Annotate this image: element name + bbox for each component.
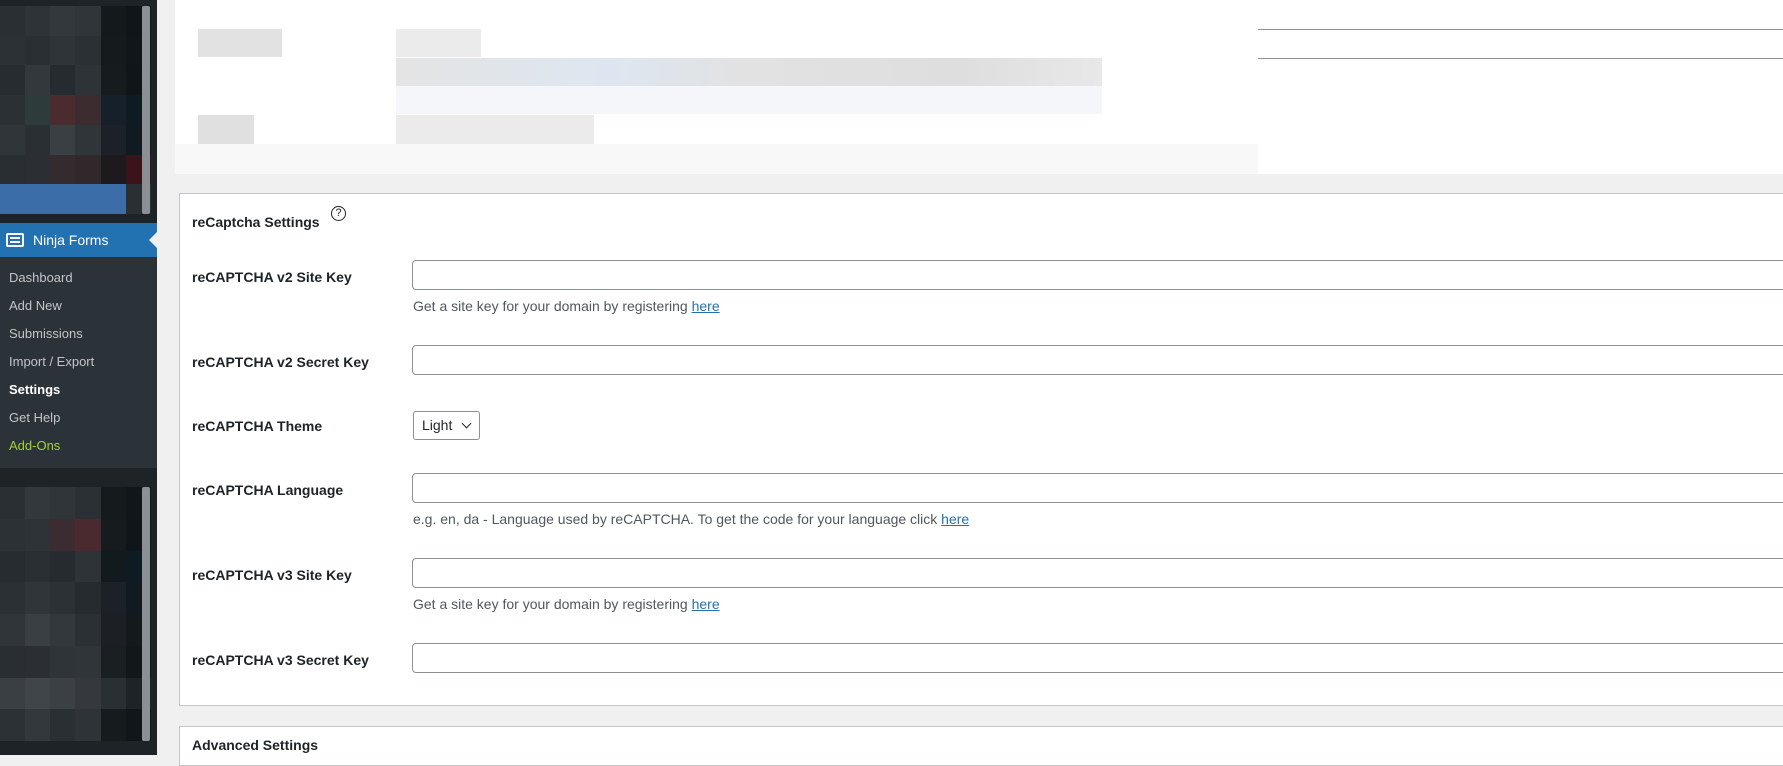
sidebar-scrollbar-bottom[interactable] [142, 487, 150, 741]
panel-title: reCaptcha Settings [192, 214, 320, 230]
description-text: Get a site key for your domain by regist… [413, 298, 692, 314]
v3-secret-key-label: reCAPTCHA v3 Secret Key [192, 652, 369, 668]
register-link[interactable]: here [692, 298, 720, 314]
divider-line [1258, 58, 1783, 59]
v3-site-key-description: Get a site key for your domain by regist… [413, 596, 720, 612]
blurred-text [175, 144, 1258, 174]
v3-site-key-label: reCAPTCHA v3 Site Key [192, 567, 352, 583]
submenu-item-settings[interactable]: Settings [0, 376, 157, 404]
v2-site-key-label: reCAPTCHA v2 Site Key [192, 269, 352, 285]
question-circle-icon[interactable]: ? [331, 206, 346, 221]
v2-site-key-input[interactable] [412, 260, 1783, 290]
blurred-text [396, 29, 481, 57]
theme-select[interactable]: Light [413, 411, 480, 440]
blurred-text [396, 86, 1102, 114]
language-description: e.g. en, da - Language used by reCAPTCHA… [413, 511, 969, 527]
blurred-settings-section [175, 0, 1783, 174]
submenu-item-add-new[interactable]: Add New [0, 292, 157, 320]
submenu-item-dashboard[interactable]: Dashboard [0, 264, 157, 292]
register-link[interactable]: here [692, 596, 720, 612]
admin-sidebar: Ninja Forms Dashboard Add New Submission… [0, 0, 157, 755]
sidebar-scrollbar-top[interactable] [142, 6, 150, 214]
theme-label: reCAPTCHA Theme [192, 418, 323, 434]
v2-site-key-description: Get a site key for your domain by regist… [413, 298, 720, 314]
panel-title: Advanced Settings [192, 737, 319, 753]
blurred-text [198, 115, 254, 144]
advanced-settings-panel: Advanced Settings [179, 726, 1783, 766]
current-menu-arrow [149, 232, 157, 248]
recaptcha-settings-panel: reCaptcha Settings ? reCAPTCHA v2 Site K… [179, 193, 1783, 706]
blurred-text [396, 115, 594, 144]
description-text: Get a site key for your domain by regist… [413, 596, 692, 612]
submenu-item-submissions[interactable]: Submissions [0, 320, 157, 348]
description-text: e.g. en, da - Language used by reCAPTCHA… [413, 511, 942, 527]
ninja-forms-icon [6, 233, 24, 247]
blurred-menu-items-bottom [0, 487, 151, 741]
ninja-forms-submenu: Dashboard Add New Submissions Import / E… [0, 257, 157, 468]
language-label: reCAPTCHA Language [192, 482, 344, 498]
submenu-item-add-ons[interactable]: Add-Ons [0, 432, 157, 460]
chevron-down-icon [461, 418, 472, 429]
menu-ninja-forms[interactable]: Ninja Forms [0, 223, 157, 257]
v3-site-key-input[interactable] [412, 558, 1783, 588]
submenu-item-import-export[interactable]: Import / Export [0, 348, 157, 376]
theme-selected-value: Light [422, 417, 453, 433]
blurred-menu-items-top [0, 6, 151, 214]
v3-secret-key-input[interactable] [412, 643, 1783, 673]
menu-ninja-forms-label: Ninja Forms [33, 232, 109, 248]
v2-secret-key-label: reCAPTCHA v2 Secret Key [192, 354, 369, 370]
language-input[interactable] [412, 473, 1783, 503]
blurred-text [198, 29, 282, 57]
divider-line [1258, 29, 1783, 30]
submenu-item-get-help[interactable]: Get Help [0, 404, 157, 432]
blurred-text [396, 58, 1102, 86]
language-code-link[interactable]: here [941, 511, 969, 527]
v2-secret-key-input[interactable] [412, 345, 1783, 375]
